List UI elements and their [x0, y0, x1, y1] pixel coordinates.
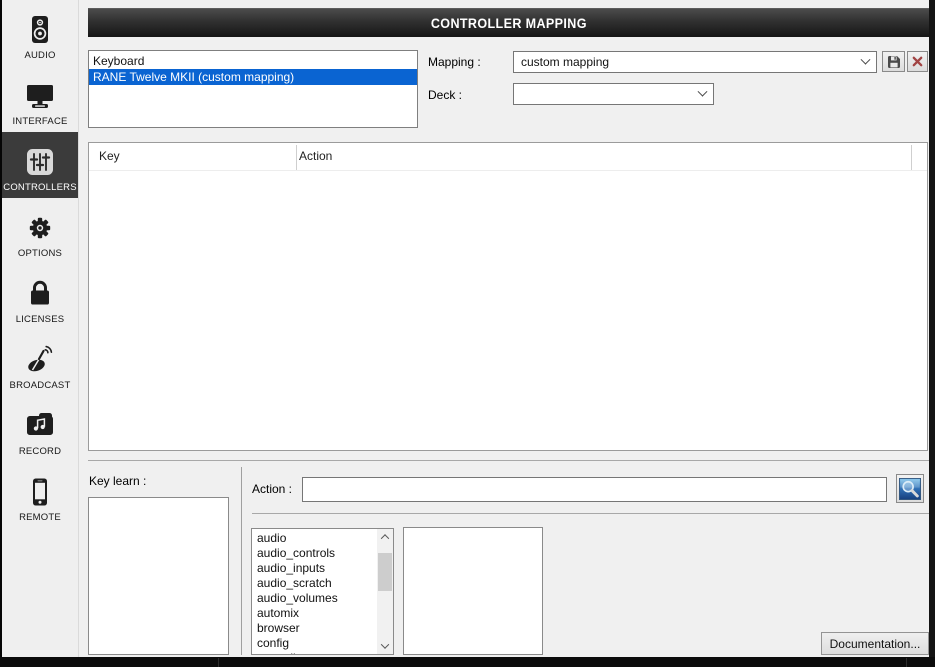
list-item[interactable]: config: [252, 636, 377, 651]
action-search-button[interactable]: [896, 474, 924, 503]
deck-label: Deck :: [428, 88, 463, 102]
lock-icon: [31, 280, 49, 305]
mapping-table[interactable]: Key Action: [88, 142, 928, 451]
phone-icon: [33, 478, 47, 506]
sidebar-item-interface[interactable]: INTERFACE: [2, 66, 78, 132]
monitor-icon: [27, 85, 53, 108]
floppy-save-icon: [887, 55, 900, 68]
key-learn-label: Key learn :: [89, 474, 147, 488]
record-folder-icon: [27, 413, 53, 435]
action-label: Action :: [252, 482, 293, 496]
delete-x-icon: [912, 56, 923, 67]
column-divider: [296, 145, 297, 171]
action-input[interactable]: [302, 477, 887, 502]
list-item[interactable]: audio_inputs: [252, 561, 377, 576]
action-detail-box[interactable]: [403, 527, 543, 655]
column-divider: [911, 145, 912, 171]
window-bottom-bar: [0, 657, 935, 667]
horizontal-separator: [252, 513, 929, 514]
list-item[interactable]: audio: [252, 531, 377, 546]
sliders-icon: [27, 149, 53, 175]
action-group-list[interactable]: audio audio_controls audio_inputs audio_…: [251, 528, 394, 655]
sidebar-item-label: OPTIONS: [17, 248, 63, 259]
chevron-down-icon: [380, 640, 390, 649]
gear-icon: [29, 217, 51, 239]
sidebar-item-label: LICENSES: [15, 314, 65, 325]
delete-mapping-button[interactable]: [907, 51, 928, 72]
chevron-up-icon: [380, 534, 390, 543]
mapping-select-value: custom mapping: [521, 55, 610, 69]
header-row-border: [89, 170, 927, 171]
magnifier-icon: [899, 477, 921, 500]
list-item[interactable]: audio_scratch: [252, 576, 377, 591]
list-item[interactable]: audio_controls: [252, 546, 377, 561]
speaker-icon: [32, 16, 48, 43]
key-learn-box[interactable]: [88, 497, 229, 655]
sidebar-item-licenses[interactable]: LICENSES: [2, 264, 78, 330]
sidebar-item-label: INTERFACE: [12, 116, 68, 127]
deck-select[interactable]: [513, 83, 714, 105]
sidebar-item-record[interactable]: RECORD: [2, 396, 78, 462]
sidebar-divider: [78, 0, 79, 657]
vertical-separator: [241, 467, 242, 655]
sidebar-item-audio[interactable]: AUDIO: [2, 0, 78, 66]
settings-sidebar: AUDIO INTERFACE CONTROLLERS OPTIONS LICE…: [2, 0, 78, 657]
action-group-items: audio audio_controls audio_inputs audio_…: [252, 531, 377, 654]
mapping-select[interactable]: custom mapping: [513, 51, 877, 73]
column-header-action[interactable]: Action: [299, 149, 332, 163]
chevron-down-icon: [860, 54, 871, 65]
sidebar-item-options[interactable]: OPTIONS: [2, 198, 78, 264]
bottom-bar-divider: [906, 658, 907, 667]
device-item-rane-twelve[interactable]: RANE Twelve MKII (custom mapping): [89, 69, 417, 85]
list-item[interactable]: audio_volumes: [252, 591, 377, 606]
scroll-up-button[interactable]: [377, 529, 393, 545]
sidebar-item-label: AUDIO: [24, 50, 56, 61]
list-item[interactable]: browser: [252, 621, 377, 636]
column-header-key[interactable]: Key: [99, 149, 120, 163]
list-item[interactable]: automix: [252, 606, 377, 621]
broadcast-icon: [28, 345, 53, 372]
chevron-down-icon: [697, 86, 708, 97]
device-item-keyboard[interactable]: Keyboard: [89, 53, 417, 69]
scrollbar-thumb[interactable]: [378, 553, 392, 591]
documentation-button[interactable]: Documentation...: [821, 632, 929, 655]
page-title: CONTROLLER MAPPING: [430, 15, 587, 31]
save-mapping-button[interactable]: [882, 51, 905, 72]
sidebar-item-label: BROADCAST: [9, 380, 71, 391]
scroll-down-button[interactable]: [377, 638, 393, 654]
controller-mapping-window: AUDIO INTERFACE CONTROLLERS OPTIONS LICE…: [0, 0, 935, 667]
window-right-edge: [929, 0, 935, 667]
sidebar-item-label: CONTROLLERS: [3, 182, 77, 193]
bottom-bar-divider: [218, 658, 219, 667]
documentation-button-label: Documentation...: [829, 636, 921, 651]
page-title-bar: CONTROLLER MAPPING: [88, 8, 929, 37]
mapping-label: Mapping :: [428, 55, 481, 69]
device-list[interactable]: Keyboard RANE Twelve MKII (custom mappin…: [88, 50, 418, 128]
window-left-edge: [0, 0, 2, 657]
scrollbar[interactable]: [377, 529, 393, 654]
sidebar-item-label: REMOTE: [19, 512, 61, 523]
sidebar-item-remote[interactable]: REMOTE: [2, 462, 78, 528]
horizontal-separator: [88, 460, 929, 461]
sidebar-item-controllers[interactable]: CONTROLLERS: [2, 132, 78, 198]
list-item[interactable]: controller: [252, 651, 377, 654]
sidebar-item-label: RECORD: [18, 446, 62, 457]
sidebar-item-broadcast[interactable]: BROADCAST: [2, 330, 78, 396]
